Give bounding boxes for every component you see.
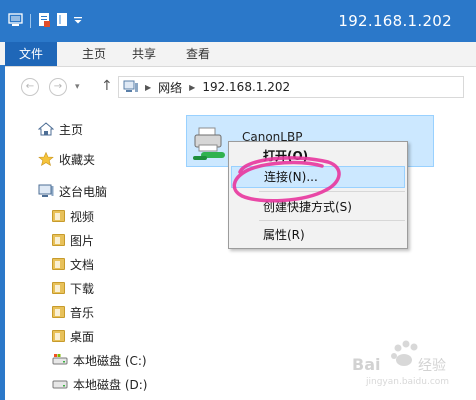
sidebar-item-label: 音乐 [70, 305, 95, 320]
sidebar-item-pictures[interactable]: 图片 [52, 230, 94, 250]
breadcrumb-separator-icon: ▶ [189, 82, 196, 92]
menu-item-create-shortcut[interactable]: 创建快捷方式(S) [231, 196, 405, 218]
sidebar-item-label: 收藏夹 [59, 152, 96, 167]
sidebar-item-label: 下载 [70, 281, 95, 296]
new-folder-icon[interactable] [56, 12, 68, 30]
home-icon [37, 122, 55, 136]
sidebar-item-label: 这台电脑 [59, 184, 108, 199]
sidebar-item-drive-c[interactable]: 本地磁盘 (C:) [52, 350, 147, 370]
sidebar-item-label: 主页 [59, 122, 84, 137]
menu-separator [259, 220, 405, 221]
forward-button[interactable]: → [49, 78, 67, 96]
downloads-folder-icon [52, 282, 65, 294]
documents-folder-icon [52, 258, 65, 270]
sidebar-item-home[interactable]: 主页 [37, 119, 84, 139]
arrow-up-icon: ↑ [101, 78, 113, 94]
quick-access-separator [30, 14, 31, 28]
navigation-bar: ← → ▾ ↑ ▶ 网络 ▶ 192.168.1.202 [5, 67, 476, 109]
navigation-pane: 主页 收藏夹 这台电脑 视频 图片 文档 下载 音乐 桌面 本地磁盘 (C:) … [5, 110, 170, 400]
arrow-right-icon: → [53, 81, 63, 92]
ribbon-tabs: 文件 主页 共享 查看 [0, 42, 476, 67]
sidebar-item-label: 图片 [70, 233, 95, 248]
sidebar-item-videos[interactable]: 视频 [52, 206, 94, 226]
sidebar-item-this-pc[interactable]: 这台电脑 [38, 181, 107, 201]
network-location-icon [123, 80, 139, 94]
sidebar-item-desktop[interactable]: 桌面 [52, 326, 94, 346]
computer-icon[interactable] [8, 12, 23, 30]
sidebar-item-favorites[interactable]: 收藏夹 [38, 149, 95, 169]
quick-access-toolbar [8, 12, 83, 30]
tab-share[interactable]: 共享 [124, 42, 164, 66]
watermark-logo: Bai 经验 jingyan.baidu.com [338, 340, 468, 388]
menu-item-properties[interactable]: 属性(R) [231, 224, 405, 246]
title-bar: 192.168.1.202 [0, 0, 476, 42]
back-button[interactable]: ← [21, 78, 39, 96]
drive-c-icon [52, 353, 68, 367]
sidebar-item-music[interactable]: 音乐 [52, 302, 94, 322]
svg-text:jingyan.baidu.com: jingyan.baidu.com [365, 377, 449, 387]
sidebar-item-drive-d[interactable]: 本地磁盘 (D:) [52, 374, 147, 394]
sidebar-item-documents[interactable]: 文档 [52, 254, 94, 274]
menu-item-open[interactable]: 打开(O) [231, 145, 405, 167]
address-bar[interactable]: ▶ 网络 ▶ 192.168.1.202 [118, 76, 464, 98]
window-title: 192.168.1.202 [338, 12, 452, 30]
context-menu: 打开(O) 连接(N)... 创建快捷方式(S) 属性(R) [228, 141, 408, 249]
svg-text:Bai: Bai [352, 355, 380, 374]
breadcrumb-separator-icon: ▶ [145, 82, 152, 92]
explorer-window: 192.168.1.202 文件 主页 共享 查看 ← → ▾ ↑ ▶ 网络 ▶… [0, 0, 476, 400]
breadcrumb-host[interactable]: 192.168.1.202 [202, 80, 290, 94]
properties-icon[interactable] [38, 12, 51, 30]
music-folder-icon [52, 306, 65, 318]
computer-icon [38, 184, 54, 198]
sidebar-item-label: 本地磁盘 (C:) [73, 353, 147, 368]
recent-locations-button[interactable]: ▾ [75, 82, 80, 92]
menu-item-connect[interactable]: 连接(N)... [231, 166, 405, 188]
pictures-folder-icon [52, 234, 65, 246]
tab-home[interactable]: 主页 [74, 42, 114, 66]
desktop-folder-icon [52, 330, 65, 342]
video-folder-icon [52, 210, 65, 222]
sidebar-item-label: 文档 [70, 257, 95, 272]
svg-text:经验: 经验 [418, 358, 446, 374]
customize-dropdown-icon[interactable] [73, 14, 83, 29]
arrow-left-icon: ← [25, 81, 35, 92]
star-icon [38, 151, 54, 166]
printer-icon [191, 126, 229, 162]
sidebar-item-label: 视频 [70, 209, 95, 224]
tab-view[interactable]: 查看 [178, 42, 218, 66]
up-button[interactable]: ↑ [101, 78, 113, 94]
chevron-down-icon: ▾ [75, 82, 80, 92]
menu-separator [259, 191, 405, 192]
breadcrumb-network[interactable]: 网络 [158, 79, 182, 96]
sidebar-item-downloads[interactable]: 下载 [52, 278, 94, 298]
drive-d-icon [52, 377, 68, 391]
tab-file[interactable]: 文件 [5, 42, 57, 66]
sidebar-item-label: 本地磁盘 (D:) [73, 377, 148, 392]
sidebar-item-label: 桌面 [70, 329, 95, 344]
